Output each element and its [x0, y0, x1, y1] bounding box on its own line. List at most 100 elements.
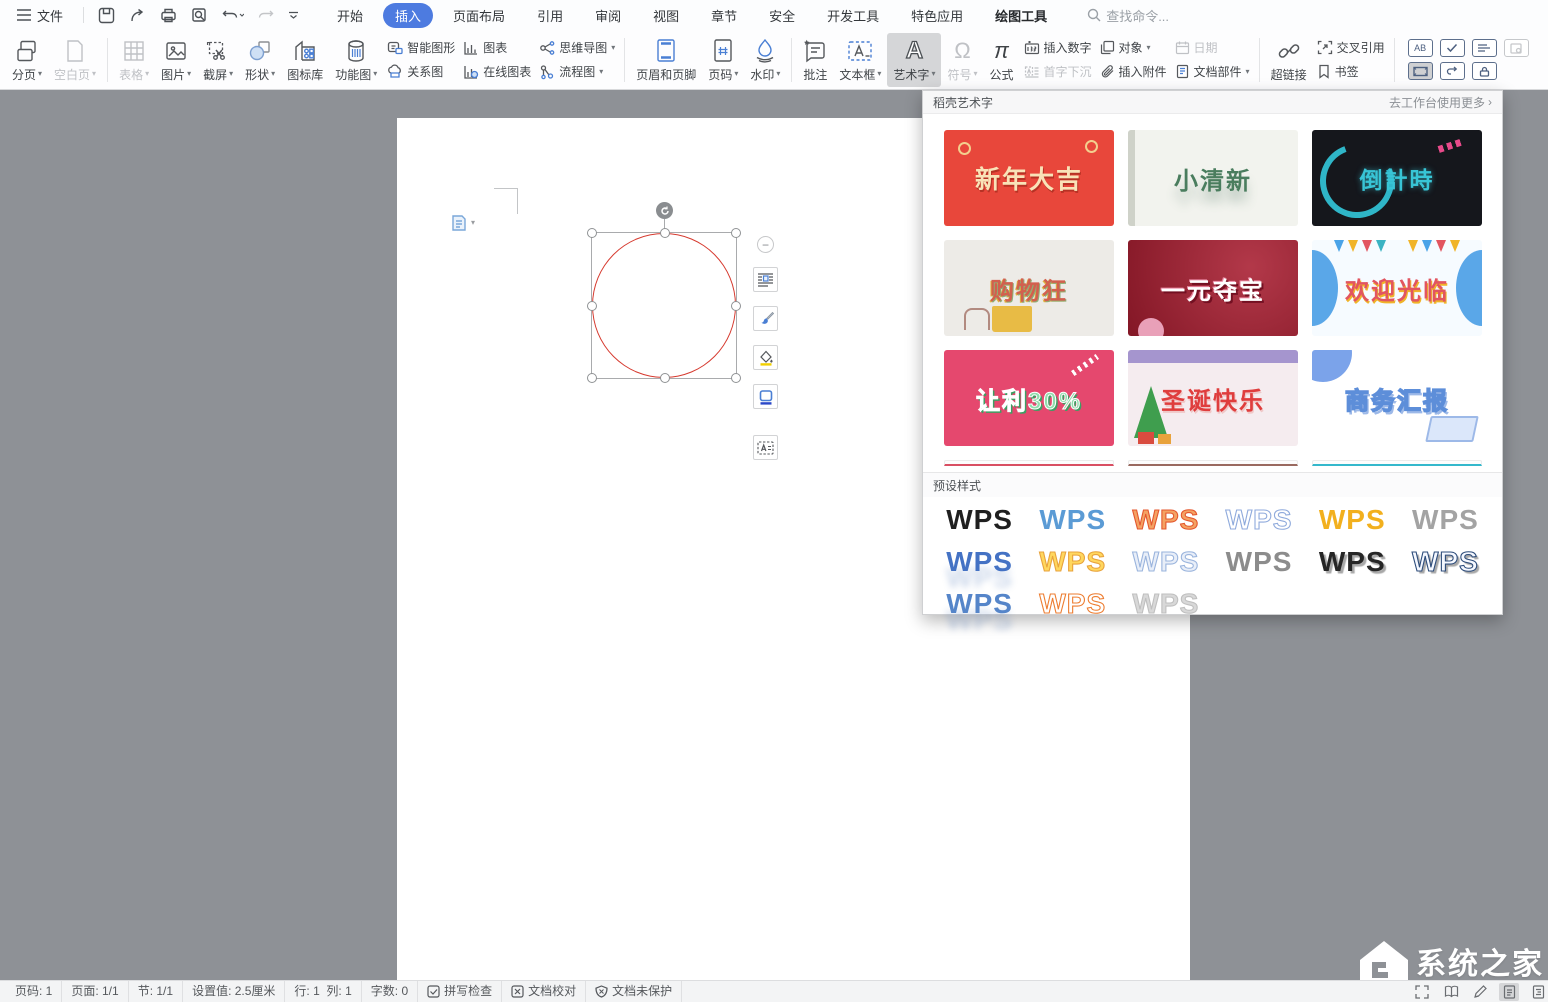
- watermark-button[interactable]: 水印▾: [744, 33, 786, 87]
- tab-insert[interactable]: 插入: [383, 3, 433, 28]
- icon-library-button[interactable]: 图标库: [281, 33, 329, 87]
- preset-style-11[interactable]: WPS: [1306, 541, 1399, 583]
- wordart-template-countdown[interactable]: 倒計時: [1312, 130, 1482, 226]
- proofread-button[interactable]: 文档校对: [502, 981, 586, 1002]
- tab-special-features[interactable]: 特色应用: [899, 3, 975, 28]
- red-circle-shape[interactable]: [592, 233, 736, 378]
- tab-section[interactable]: 章节: [699, 3, 749, 28]
- preset-style-13[interactable]: WPS: [933, 583, 1026, 625]
- resize-handle-se[interactable]: [731, 373, 741, 383]
- word-art-button[interactable]: A 艺术字▾: [887, 33, 941, 87]
- date-button[interactable]: 日期: [1175, 38, 1250, 58]
- text-wrap-button[interactable]: [753, 435, 778, 460]
- resize-handle-s[interactable]: [660, 373, 670, 383]
- wordart-template-treasure[interactable]: 一元夺宝: [1128, 240, 1298, 336]
- edit-mode-button[interactable]: [1470, 983, 1490, 1001]
- combo-control-button[interactable]: [1472, 39, 1497, 57]
- collapse-toolbar-button[interactable]: −: [757, 236, 774, 253]
- wordart-template-discount[interactable]: 让利30%: [944, 350, 1114, 446]
- resize-handle-w[interactable]: [587, 301, 597, 311]
- screenshot-button[interactable]: 截屏▾: [197, 33, 239, 87]
- doc-parts-button[interactable]: 文档部件▾: [1175, 62, 1250, 82]
- mind-map-button[interactable]: 思维导图▾: [539, 38, 615, 58]
- picture-button[interactable]: 图片▾: [155, 33, 197, 87]
- checkbox-control-button[interactable]: [1440, 39, 1465, 57]
- file-menu-button[interactable]: 文件: [10, 6, 69, 25]
- frame-control-button[interactable]: [1408, 62, 1433, 80]
- outline-view-button[interactable]: [1528, 983, 1548, 1001]
- tab-drawing-tools[interactable]: 绘图工具: [983, 3, 1059, 28]
- resize-handle-sw[interactable]: [587, 373, 597, 383]
- protect-form-button[interactable]: [1504, 39, 1529, 57]
- protection-status-button[interactable]: 文档未保护: [586, 981, 682, 1002]
- symbol-button[interactable]: Ω 符号▾: [941, 33, 983, 87]
- paste-options-button[interactable]: ▾: [450, 214, 475, 232]
- resize-handle-e[interactable]: [731, 301, 741, 311]
- page-break-button[interactable]: 分页▾: [6, 33, 48, 87]
- save-button[interactable]: [98, 7, 115, 24]
- insert-number-button[interactable]: 插入数字: [1024, 38, 1092, 58]
- fill-color-button[interactable]: [753, 345, 778, 370]
- tab-references[interactable]: 引用: [525, 3, 575, 28]
- formula-button[interactable]: π 公式: [983, 33, 1019, 87]
- print-preview-button[interactable]: [191, 7, 208, 24]
- lock-control-button[interactable]: [1472, 62, 1497, 80]
- preset-style-4[interactable]: WPS: [1212, 499, 1305, 541]
- preset-style-9[interactable]: WPS: [1119, 541, 1212, 583]
- text-field-control-button[interactable]: AB: [1408, 39, 1433, 57]
- tab-home[interactable]: 开始: [325, 3, 375, 28]
- preset-style-1[interactable]: WPS: [933, 499, 1026, 541]
- comment-button[interactable]: 批注: [797, 33, 833, 87]
- shape-selection-box[interactable]: [591, 232, 737, 379]
- tab-page-layout[interactable]: 页面布局: [441, 3, 517, 28]
- wordart-template-newyear[interactable]: 新年大吉: [944, 130, 1114, 226]
- preset-style-2[interactable]: WPS: [1026, 499, 1119, 541]
- tab-developer[interactable]: 开发工具: [815, 3, 891, 28]
- outline-color-button[interactable]: [753, 384, 778, 409]
- flowchart-button[interactable]: 流程图▾: [539, 62, 615, 82]
- preset-style-6[interactable]: WPS: [1399, 499, 1492, 541]
- resize-handle-nw[interactable]: [587, 228, 597, 238]
- blank-page-button[interactable]: 空白页▾: [48, 33, 102, 87]
- online-chart-button[interactable]: 在线图表: [463, 62, 531, 82]
- wordart-template-partial[interactable]: [1128, 460, 1298, 466]
- customize-toolbar-button[interactable]: [288, 11, 299, 19]
- export-button[interactable]: [129, 7, 146, 24]
- preset-style-15[interactable]: WPS: [1119, 583, 1212, 625]
- print-button[interactable]: [160, 7, 177, 24]
- redo-button[interactable]: [258, 7, 274, 23]
- reset-control-button[interactable]: [1440, 62, 1465, 80]
- attachment-button[interactable]: 插入附件: [1100, 62, 1167, 82]
- format-brush-button[interactable]: [753, 306, 778, 331]
- resize-handle-ne[interactable]: [731, 228, 741, 238]
- rotate-handle[interactable]: [656, 202, 673, 219]
- page-number-button[interactable]: 页码▾: [702, 33, 744, 87]
- preset-style-7[interactable]: WPS: [933, 541, 1026, 583]
- function-diagram-button[interactable]: 功能图▾: [329, 33, 383, 87]
- text-box-button[interactable]: 文本框▾: [833, 33, 887, 87]
- fullscreen-button[interactable]: [1412, 983, 1432, 1001]
- preset-style-5[interactable]: WPS: [1306, 499, 1399, 541]
- wordart-template-partial[interactable]: [1312, 460, 1482, 466]
- tab-view[interactable]: 视图: [641, 3, 691, 28]
- table-button[interactable]: 表格▾: [113, 33, 155, 87]
- tab-review[interactable]: 审阅: [583, 3, 633, 28]
- resize-handle-n[interactable]: [660, 228, 670, 238]
- preset-style-3[interactable]: WPS: [1119, 499, 1212, 541]
- more-link[interactable]: 去工作台使用更多›: [1389, 94, 1492, 111]
- header-footer-button[interactable]: 页眉和页脚: [630, 33, 702, 87]
- smart-graphic-button[interactable]: 智能图形: [387, 38, 455, 58]
- tab-security[interactable]: 安全: [757, 3, 807, 28]
- preset-style-14[interactable]: WPS: [1026, 583, 1119, 625]
- shapes-button[interactable]: 形状▾: [239, 33, 281, 87]
- spell-check-button[interactable]: 拼写检查: [418, 981, 502, 1002]
- cross-reference-button[interactable]: 交叉引用: [1317, 38, 1385, 58]
- wordart-template-shopping[interactable]: 购物狂: [944, 240, 1114, 336]
- undo-button[interactable]: [222, 7, 244, 23]
- command-search[interactable]: 查找命令...: [1087, 6, 1169, 25]
- drop-cap-button[interactable]: 首字下沉: [1024, 62, 1092, 82]
- relation-diagram-button[interactable]: 关系图: [387, 62, 455, 82]
- wordart-template-business[interactable]: 商务汇报: [1312, 350, 1482, 446]
- wordart-template-fresh[interactable]: 小清新: [1128, 130, 1298, 226]
- layout-options-button[interactable]: [753, 267, 778, 292]
